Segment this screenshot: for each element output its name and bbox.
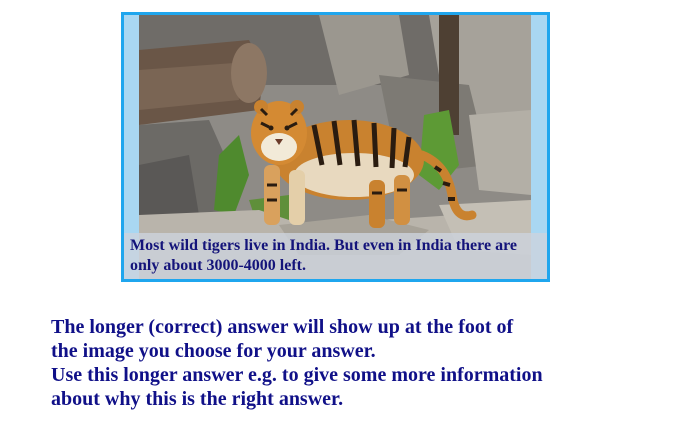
caption-line-2: only about 3000-4000 left. xyxy=(130,257,306,274)
caption-line-1: Most wild tigers live in India. But even… xyxy=(130,237,517,254)
answer-image-card[interactable]: Most wild tigers live in India. But even… xyxy=(121,12,550,282)
image-caption: Most wild tigers live in India. But even… xyxy=(124,233,547,279)
instructions-line-4: about why this is the right answer. xyxy=(51,388,344,410)
instructions-line-3: Use this longer answer e.g. to give some… xyxy=(51,364,543,386)
instructions-text: The longer (correct) answer will show up… xyxy=(51,315,671,411)
instructions-line-1: The longer (correct) answer will show up… xyxy=(51,316,514,338)
instructions-line-2: the image you choose for your answer. xyxy=(51,340,376,362)
